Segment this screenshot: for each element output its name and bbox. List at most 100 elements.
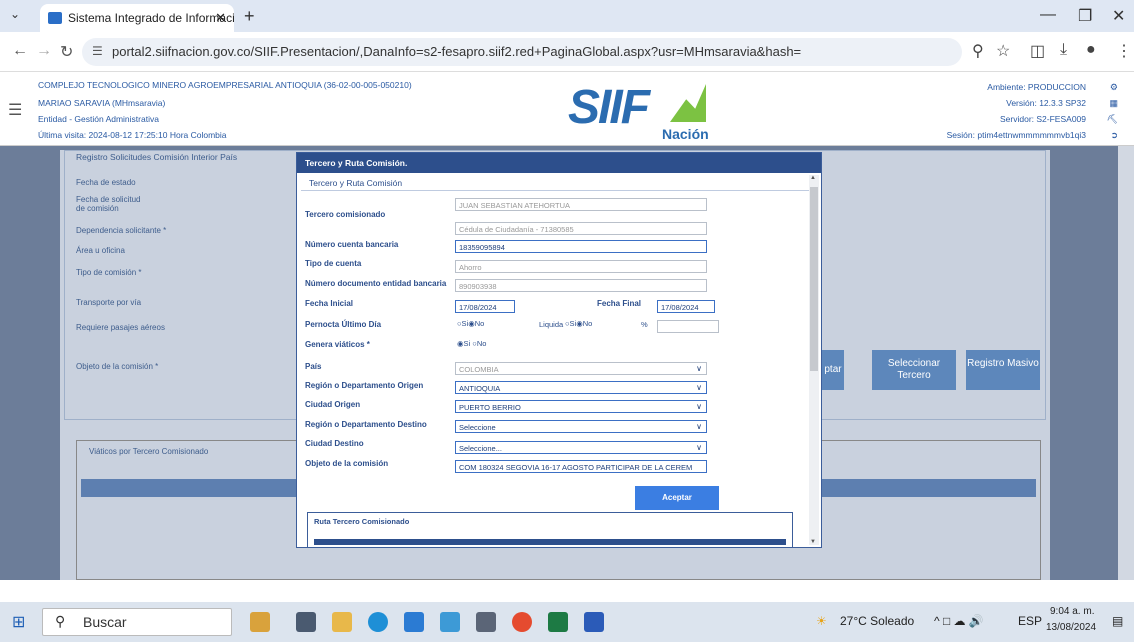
- pais-select[interactable]: COLOMBIA: [455, 362, 707, 375]
- bg-label: Área u oficina: [76, 246, 125, 255]
- excel-icon[interactable]: [548, 612, 568, 632]
- tipo-cuenta-field[interactable]: Ahorro: [455, 260, 707, 273]
- profile-icon[interactable]: ●: [1086, 41, 1096, 59]
- file-explorer-icon[interactable]: [332, 612, 352, 632]
- modal-scrollbar[interactable]: ▲ ▼: [809, 175, 819, 545]
- bg-label: Fecha de estado: [76, 178, 136, 187]
- clock-date[interactable]: 13/08/2024: [1046, 622, 1096, 633]
- chrome-icon[interactable]: [512, 612, 532, 632]
- server: Servidor: S2-FESA009: [1000, 114, 1086, 124]
- label-ciudad-origen: Ciudad Origen: [305, 400, 361, 409]
- tercero-field[interactable]: JUAN SEBASTIAN ATEHORTUA: [455, 198, 707, 211]
- bg-label: Objeto de la comisión *: [76, 362, 159, 371]
- aceptar-button[interactable]: Aceptar: [635, 486, 719, 510]
- restore-icon[interactable]: ❐: [1078, 6, 1092, 26]
- bookmark-star-icon[interactable]: ☆: [996, 41, 1010, 61]
- key-icon[interactable]: ⛏: [1107, 114, 1118, 125]
- user-name: MARIAO SARAVIA (MHmsaravia): [38, 98, 166, 108]
- bg-seleccionar-tercero-button[interactable]: Seleccionar Tercero: [872, 350, 956, 390]
- extensions-icon[interactable]: ◫: [1030, 41, 1045, 61]
- siif-favicon-icon: [48, 12, 62, 24]
- word-icon[interactable]: [584, 612, 604, 632]
- page-scrollbar[interactable]: [1118, 146, 1134, 580]
- bg-aceptar-button[interactable]: ptar: [822, 350, 844, 390]
- label-cuenta: Número cuenta bancaria: [305, 240, 399, 249]
- tercero-documento-field[interactable]: Cédula de Ciudadanía - 71380585: [455, 222, 707, 235]
- genera-viaticos-radio-group[interactable]: ◉Si ○No: [457, 339, 486, 348]
- menu-dots-icon[interactable]: ⋮: [1116, 41, 1132, 61]
- bg-form-title: Registro Solicitudes Comisión Interior P…: [76, 152, 238, 162]
- region-destino-select[interactable]: Seleccione: [455, 420, 707, 433]
- doc-entidad-field[interactable]: 890903938: [455, 279, 707, 292]
- browser-tab[interactable]: Sistema Integrado de Informaci ✕: [40, 4, 234, 32]
- tab-search-icon[interactable]: ⌄: [10, 7, 20, 21]
- new-tab-icon[interactable]: +: [244, 6, 255, 27]
- search-icon: ⚲: [55, 613, 66, 629]
- store-icon[interactable]: [440, 612, 460, 632]
- objeto-comision-input[interactable]: COM 180324 SEGOVIA 16-17 AGOSTO PARTICIP…: [455, 460, 707, 473]
- session: Sesión: ptim4ettnwmmmmmmvb1qi3: [946, 130, 1086, 140]
- clock-time[interactable]: 9:04 a. m.: [1050, 606, 1094, 617]
- label-pct: %: [641, 320, 648, 329]
- siif-header: ☰ COMPLEJO TECNOLOGICO MINERO AGROEMPRES…: [0, 72, 1134, 146]
- calendar-icon[interactable]: ▦: [1109, 98, 1118, 109]
- site-info-icon[interactable]: ☰: [92, 44, 103, 58]
- bg-registro-masivo-button[interactable]: Registro Masivo: [966, 350, 1040, 390]
- label-tipo-cuenta: Tipo de cuenta: [305, 259, 362, 268]
- liquida-radio-group[interactable]: ○Si◉No: [565, 319, 592, 328]
- label-fecha-final: Fecha Final: [597, 299, 642, 308]
- browser-tab-strip: ⌄ Sistema Integrado de Informaci ✕ + — ❐…: [0, 0, 1134, 32]
- forward-icon[interactable]: →: [36, 42, 52, 60]
- pct-input[interactable]: [657, 320, 719, 333]
- logout-icon[interactable]: ➲: [1110, 130, 1118, 141]
- news-widget-icon[interactable]: [250, 612, 270, 632]
- weather-text[interactable]: 27°C Soleado: [840, 614, 914, 628]
- fecha-inicial-input[interactable]: 17/08/2024: [455, 300, 515, 313]
- scroll-up-icon[interactable]: ▲: [810, 175, 816, 181]
- ruta-tercero-panel: Ruta Tercero Comisionado: [307, 512, 793, 548]
- minimize-icon[interactable]: —: [1040, 6, 1056, 24]
- zoom-icon[interactable]: ⚲: [972, 41, 984, 61]
- region-origen-select[interactable]: ANTIOQUIA: [455, 381, 707, 394]
- language[interactable]: ESP: [1018, 614, 1042, 628]
- scroll-down-icon[interactable]: ▼: [810, 539, 816, 545]
- tab-title: Sistema Integrado de Informaci: [68, 11, 234, 25]
- siif-logo: SIIF Nación: [568, 81, 709, 142]
- label-liquida: Liquida: [539, 320, 564, 329]
- label-genera: Genera viáticos *: [305, 340, 370, 349]
- cuenta-bancaria-input[interactable]: 18359095894: [455, 240, 707, 253]
- download-icon[interactable]: ⤓: [1060, 41, 1067, 59]
- label-ciudad-destino: Ciudad Destino: [305, 439, 364, 448]
- task-view-icon[interactable]: [296, 612, 316, 632]
- close-tab-icon[interactable]: ✕: [215, 10, 226, 26]
- last-visit: Última visita: 2024-08-12 17:25:10 Hora …: [38, 130, 227, 140]
- app-c-icon[interactable]: [476, 612, 496, 632]
- taskbar-search[interactable]: ⚲ Buscar: [42, 608, 232, 636]
- pernocta-radio-group[interactable]: ○Si◉No: [457, 319, 484, 328]
- back-icon[interactable]: ←: [12, 42, 28, 60]
- modal-subtitle: Tercero y Ruta Comisión: [301, 175, 809, 191]
- settings-icon[interactable]: ⚙: [1110, 82, 1118, 93]
- ciudad-origen-select[interactable]: PUERTO BERRIO: [455, 400, 707, 413]
- windows-taskbar: ⊞ ⚲ Buscar ☀ 27°C Soleado ^ □ ☁ 🔊 ESP 9:…: [0, 602, 1134, 642]
- hamburger-menu-icon[interactable]: ☰: [8, 100, 22, 120]
- modal-title: Tercero y Ruta Comisión.: [297, 153, 821, 173]
- tercero-ruta-modal: Tercero y Ruta Comisión. Tercero y Ruta …: [296, 152, 822, 548]
- org-name: COMPLEJO TECNOLOGICO MINERO AGROEMPRESAR…: [38, 80, 412, 90]
- tray-icons[interactable]: ^ □ ☁ 🔊: [934, 614, 984, 628]
- address-bar-row: ← → ↻ ☰ portal2.siifnacion.gov.co/SIIF.P…: [0, 32, 1134, 72]
- reload-icon[interactable]: ↻: [60, 42, 73, 62]
- windows-start-icon[interactable]: ⊞: [12, 612, 25, 632]
- close-window-icon[interactable]: ✕: [1112, 6, 1125, 26]
- edge-icon[interactable]: [368, 612, 388, 632]
- label-objeto: Objeto de la comisión: [305, 459, 389, 468]
- ciudad-destino-select[interactable]: Seleccione...: [455, 441, 707, 454]
- label-fecha-inicial: Fecha Inicial: [305, 299, 354, 308]
- version: Versión: 12.3.3 SP32: [1006, 98, 1086, 108]
- notifications-icon[interactable]: ▤: [1112, 614, 1123, 628]
- bg-label: Tipo de comisión *: [76, 268, 142, 277]
- label-region-destino: Región o Departamento Destino: [305, 420, 427, 429]
- mail-icon[interactable]: [404, 612, 424, 632]
- fecha-final-input[interactable]: 17/08/2024: [657, 300, 715, 313]
- address-bar[interactable]: ☰ portal2.siifnacion.gov.co/SIIF.Present…: [82, 38, 962, 66]
